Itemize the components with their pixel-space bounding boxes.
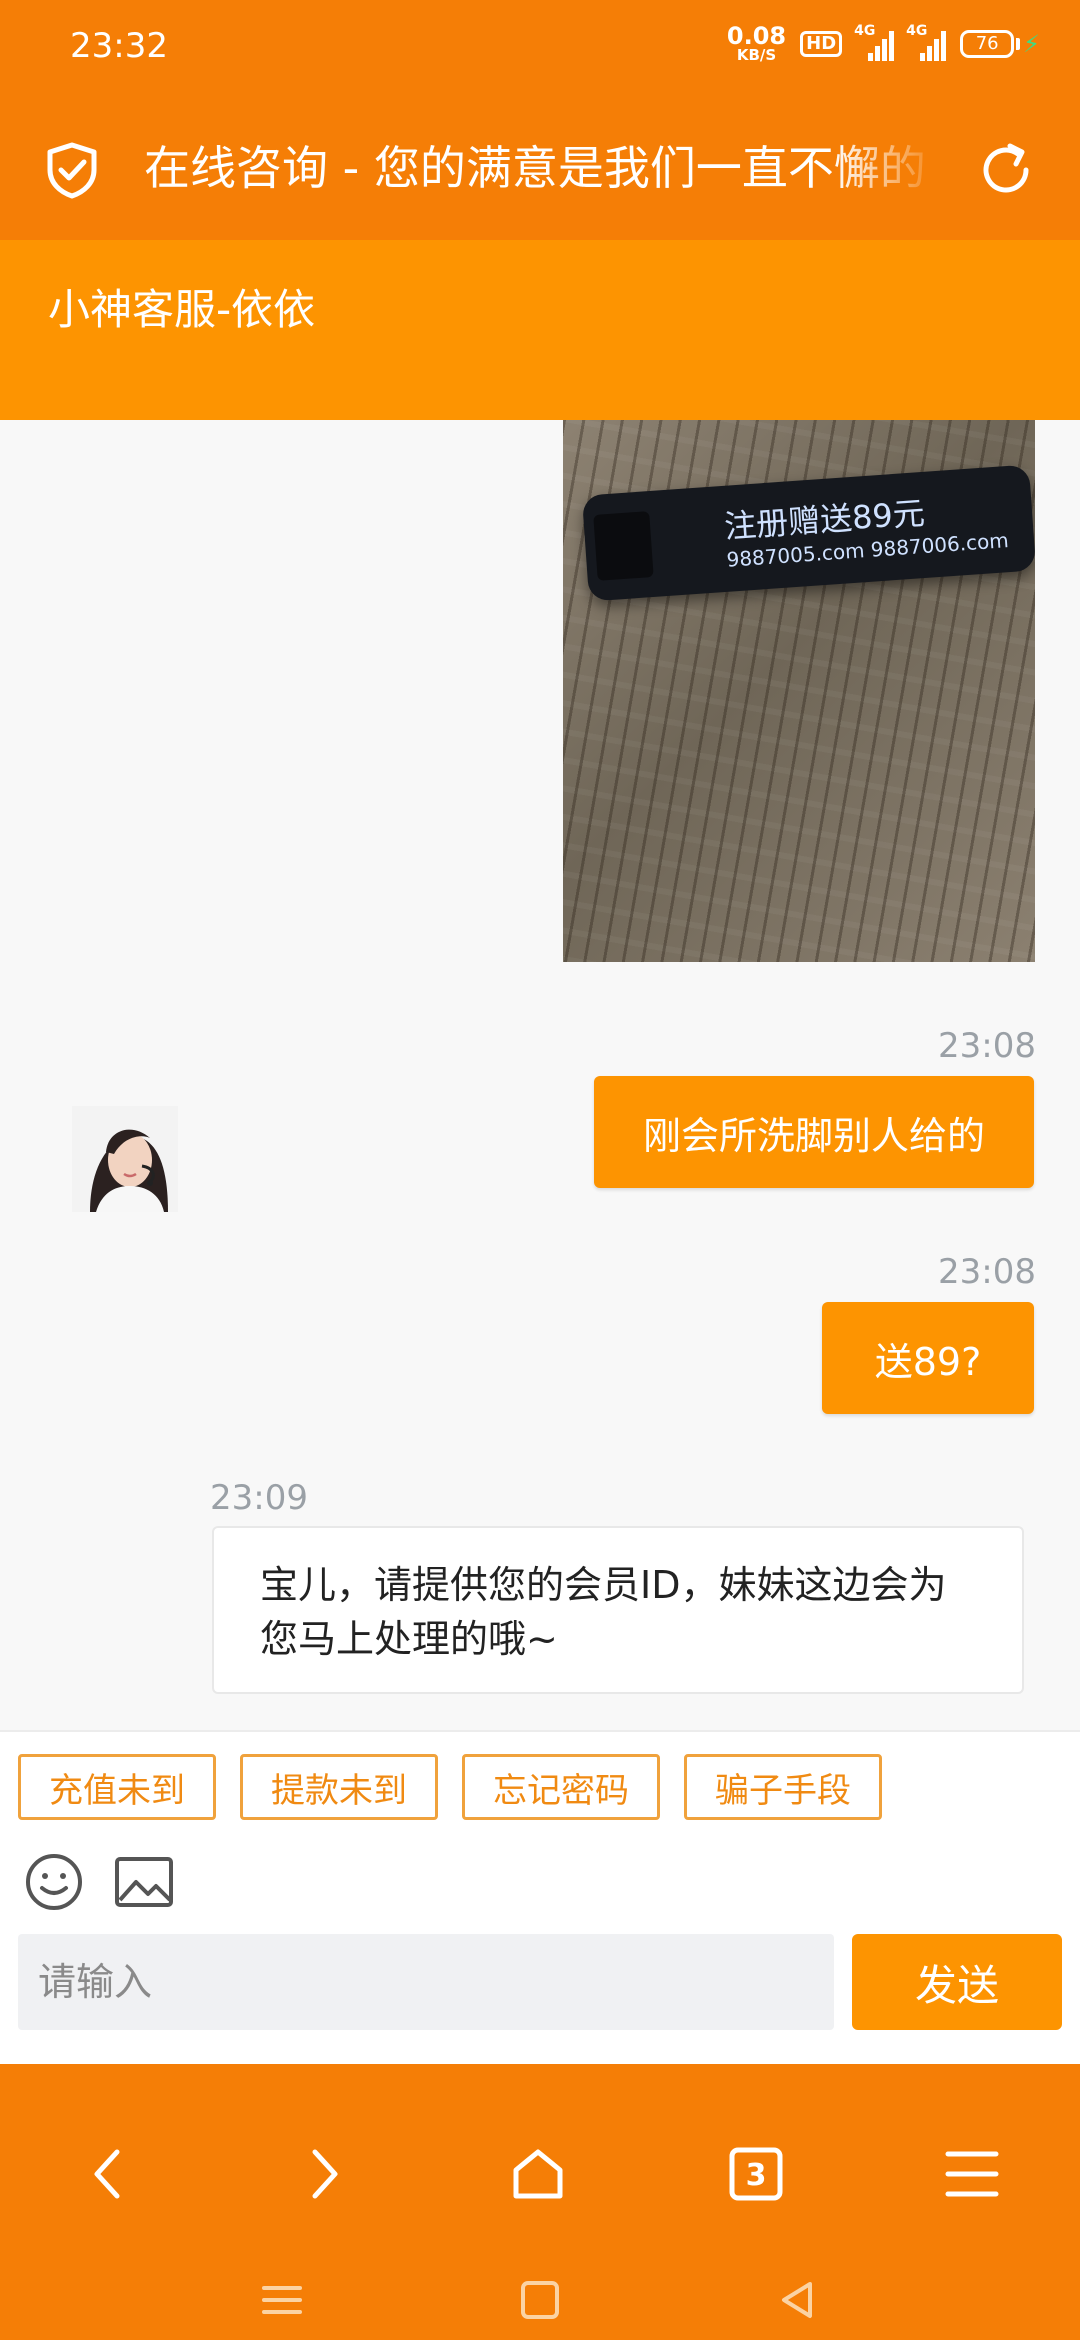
refresh-icon[interactable] — [976, 140, 1036, 200]
network-speed: 0.08 KB/S — [727, 24, 786, 63]
title-bar: 在线咨询 - 您的满意是我们一直不懈的 — [0, 110, 1080, 230]
network-speed-value: 0.08 — [726, 22, 787, 50]
hd-icon: HD — [800, 30, 843, 57]
send-button[interactable]: 发送 — [852, 1934, 1062, 2030]
shield-check-icon[interactable] — [42, 140, 102, 200]
chevron-left-icon[interactable] — [68, 2134, 148, 2214]
recent-apps-icon[interactable] — [252, 2270, 312, 2330]
message-timestamp: 23:09 — [210, 1478, 308, 1518]
signal-icon: 4G — [854, 23, 895, 61]
incoming-message[interactable]: 宝儿，请提供您的会员ID，妹妹这边会为您马上处理的哦~ — [212, 1526, 1024, 1694]
back-system-icon[interactable] — [768, 2270, 828, 2330]
lighter-photo: 注册赠送89元 9887005.com 9887006.com — [581, 464, 1035, 602]
quick-reply-button[interactable]: 骗子手段 — [684, 1754, 882, 1820]
agent-name: 小神客服-依依 — [48, 285, 316, 334]
battery-icon: 76 ⚡ — [960, 29, 1040, 58]
browser-nav-bar: 3 — [0, 2064, 1080, 2340]
message-timestamp: 23:08 — [938, 1252, 1036, 1292]
quick-reply-button[interactable]: 充值未到 — [18, 1754, 216, 1820]
agent-avatar — [72, 1106, 178, 1212]
image-icon[interactable] — [114, 1856, 174, 1908]
image-message[interactable]: 注册赠送89元 9887005.com 9887006.com — [563, 420, 1035, 962]
input-panel: 充值未到 提款未到 忘记密码 骗子手段 发送 — [0, 1730, 1080, 2064]
home-system-icon[interactable] — [510, 2270, 570, 2330]
outgoing-message[interactable]: 刚会所洗脚别人给的 — [594, 1076, 1034, 1188]
signal-icon-2: 4G — [906, 23, 947, 61]
message-input[interactable] — [18, 1934, 834, 2030]
agent-bar: 小神客服-依依 — [0, 240, 1080, 420]
emoji-icon[interactable] — [24, 1852, 84, 1912]
top-bar: 23:32 0.08 KB/S HD 4G 4G 76 ⚡ 在线咨询 - 您的满… — [0, 0, 1080, 240]
quick-reply-button[interactable]: 忘记密码 — [462, 1754, 660, 1820]
charging-icon: ⚡ — [1023, 29, 1040, 58]
tab-count: 3 — [746, 2158, 767, 2193]
signal-label-2: 4G — [906, 22, 928, 39]
signal-label: 4G — [854, 22, 876, 39]
tabs-icon[interactable]: 3 — [716, 2134, 796, 2214]
battery-level: 76 — [960, 29, 1015, 58]
menu-icon[interactable] — [932, 2134, 1012, 2214]
message-timestamp: 23:08 — [938, 1026, 1036, 1066]
outgoing-message[interactable]: 送89? — [822, 1302, 1034, 1414]
status-bar: 23:32 0.08 KB/S HD 4G 4G 76 ⚡ — [0, 0, 1080, 96]
chevron-right-icon[interactable] — [284, 2134, 364, 2214]
page-title: 在线咨询 - 您的满意是我们一直不懈的 — [144, 141, 926, 195]
network-speed-unit: KB/S — [736, 46, 777, 64]
home-icon[interactable] — [498, 2134, 578, 2214]
status-time: 23:32 — [70, 26, 168, 66]
status-indicators: 0.08 KB/S HD 4G 4G 76 ⚡ — [727, 23, 1040, 63]
quick-reply-button[interactable]: 提款未到 — [240, 1754, 438, 1820]
